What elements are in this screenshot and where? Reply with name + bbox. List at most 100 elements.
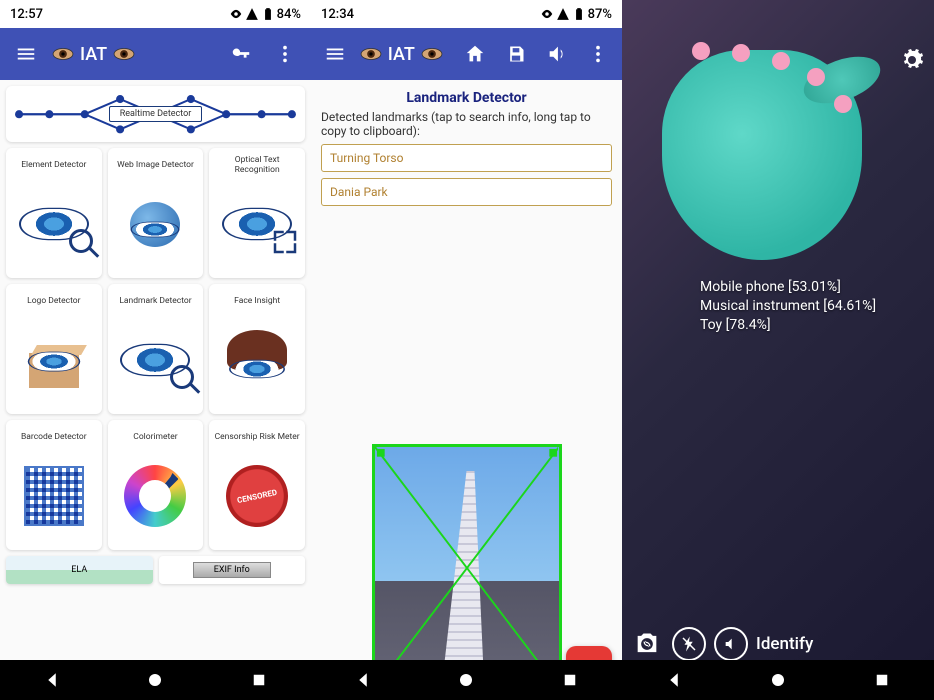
optical-text-recognition-card[interactable]: Optical Text Recognition [209, 148, 305, 278]
status-indicators: 87% [540, 7, 612, 22]
card-title: Colorimeter [133, 426, 177, 448]
home-button-appbar[interactable] [459, 36, 492, 72]
status-bar: 12:34 87% [311, 0, 622, 28]
app-bar: IAT [0, 28, 311, 80]
camera-switch-icon [633, 630, 661, 658]
card-title: Censorship Risk Meter [215, 426, 300, 448]
card-title: Web Image Detector [117, 154, 194, 176]
ela-label: ELA [71, 565, 87, 575]
recents-button[interactable] [873, 671, 891, 689]
ela-card[interactable]: ELA [6, 556, 153, 584]
navigation-bar [311, 660, 622, 700]
landmark-result-item[interactable]: Turning Torso [321, 144, 612, 172]
back-button[interactable] [43, 671, 61, 689]
subtitle: Detected landmarks (tap to search info, … [311, 110, 622, 138]
home-icon [464, 43, 486, 65]
signal-icon [245, 7, 259, 21]
flash-button[interactable] [672, 627, 706, 661]
analyzed-image[interactable] [372, 444, 562, 694]
app-title: IAT [360, 44, 443, 65]
landmark-result-item[interactable]: Dania Park [321, 178, 612, 206]
recents-button[interactable] [250, 671, 268, 689]
card-title: Landmark Detector [119, 290, 191, 312]
card-title: Face Insight [234, 290, 280, 312]
home-button[interactable] [457, 671, 475, 689]
recents-button[interactable] [561, 671, 579, 689]
card-title: Element Detector [21, 154, 86, 176]
sound-toggle-button[interactable] [714, 627, 748, 661]
save-button[interactable] [500, 36, 533, 72]
app-bar: IAT [311, 28, 622, 80]
card-art: CENSORED [211, 448, 303, 544]
card-title: Barcode Detector [21, 426, 87, 448]
back-button[interactable] [665, 671, 683, 689]
realtime-label: Realtime Detector [109, 106, 203, 122]
card-art [211, 312, 303, 408]
card-art [8, 448, 100, 544]
web-image-detector-card[interactable]: Web Image Detector [108, 148, 204, 278]
battery-icon [572, 7, 586, 21]
exif-info-card[interactable]: EXIF Info [159, 556, 306, 584]
hamburger-icon [15, 43, 37, 65]
key-button[interactable] [223, 36, 259, 72]
signal-icon [556, 7, 570, 21]
bottom-row: ELA EXIF Info [6, 556, 305, 584]
panel-realtime-camera: Mobile phone [53.01%] Musical instrument… [622, 0, 934, 700]
menu-button[interactable] [8, 36, 44, 72]
status-battery: 84% [277, 7, 301, 22]
navigation-bar [0, 660, 311, 700]
eye-icon [52, 47, 74, 61]
home-button[interactable] [146, 671, 164, 689]
exif-label: EXIF Info [193, 562, 271, 578]
tool-grid: Element Detector Web Image Detector Opti… [6, 148, 305, 550]
status-time: 12:57 [10, 7, 43, 22]
menu-button[interactable] [319, 36, 352, 72]
switch-camera-button[interactable] [630, 627, 664, 661]
eye-icon [360, 47, 382, 61]
card-art [110, 312, 202, 408]
face-insight-card[interactable]: Face Insight [209, 284, 305, 414]
censorship-risk-meter-card[interactable]: Censorship Risk Meter CENSORED [209, 420, 305, 550]
settings-button[interactable] [900, 48, 924, 76]
identify-label[interactable]: Identify [756, 634, 813, 654]
overflow-button[interactable] [581, 36, 614, 72]
back-button[interactable] [354, 671, 372, 689]
eye-icon [421, 47, 443, 61]
element-detector-card[interactable]: Element Detector [6, 148, 102, 278]
landmark-content: Landmark Detector Detected landmarks (ta… [311, 80, 622, 700]
eye-icon [113, 47, 135, 61]
save-icon [506, 44, 526, 64]
colorimeter-card[interactable]: Colorimeter [108, 420, 204, 550]
more-vert-icon [587, 43, 609, 65]
overflow-button[interactable] [267, 36, 303, 72]
logo-detector-card[interactable]: Logo Detector [6, 284, 102, 414]
gear-icon [900, 48, 924, 72]
sound-button[interactable] [540, 36, 573, 72]
navigation-bar [622, 660, 934, 700]
status-bar: 12:57 84% [0, 0, 311, 28]
card-art [8, 176, 100, 272]
realtime-detector-card[interactable]: Realtime Detector [6, 86, 305, 142]
flash-off-icon [680, 635, 698, 653]
barcode-detector-card[interactable]: Barcode Detector [6, 420, 102, 550]
card-art [110, 176, 202, 272]
landmark-detector-card[interactable]: Landmark Detector [108, 284, 204, 414]
volume-icon [546, 43, 568, 65]
eye-icon [540, 7, 554, 21]
detection-line: Toy [78.4%] [700, 316, 876, 335]
panel-main-menu: 12:57 84% IAT [0, 0, 311, 700]
status-time: 12:34 [321, 7, 354, 22]
card-art [110, 448, 202, 544]
card-art [211, 176, 303, 272]
detection-line: Mobile phone [53.01%] [700, 278, 876, 297]
camera-preview[interactable] [622, 0, 934, 700]
main-content: Realtime Detector Element Detector Web I… [0, 80, 311, 700]
card-title: Logo Detector [27, 290, 80, 312]
section-title: Landmark Detector [311, 90, 622, 106]
eye-icon [229, 7, 243, 21]
key-icon [230, 43, 252, 65]
home-button[interactable] [769, 671, 787, 689]
app-title: IAT [52, 44, 135, 65]
hamburger-icon [324, 43, 346, 65]
card-art [8, 312, 100, 408]
